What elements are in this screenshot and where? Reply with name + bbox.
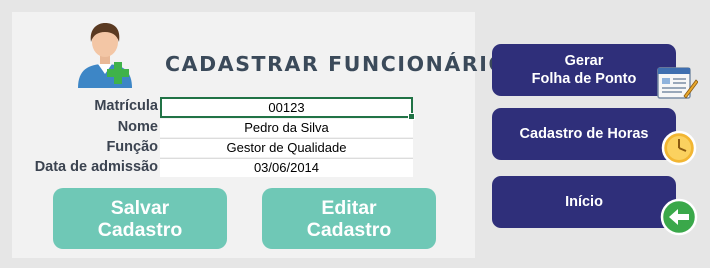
home-button-label: Início — [565, 194, 603, 210]
timesheet-button[interactable]: Gerar Folha de Ponto — [492, 44, 676, 96]
matricula-label: Matrícula — [94, 98, 158, 114]
data-admissao-label: Data de admissão — [34, 159, 158, 175]
save-button-line1: Salvar — [110, 196, 170, 219]
save-button-line2: Cadastro — [97, 218, 183, 241]
user-add-icon — [78, 23, 132, 88]
funcao-label: Função — [106, 139, 158, 155]
edit-button[interactable]: Editar Cadastro — [262, 188, 436, 249]
save-button[interactable]: Salvar Cadastro — [53, 188, 227, 249]
funcao-field[interactable]: Gestor de Qualidade — [160, 139, 413, 157]
timesheet-button-line2: Folha de Ponto — [531, 71, 637, 87]
edit-button-line1: Editar — [321, 196, 377, 219]
matricula-value: 00123 — [268, 100, 305, 115]
nome-label: Nome — [117, 119, 158, 135]
hours-button[interactable]: Cadastro de Horas — [492, 108, 676, 160]
timesheet-button-line1: Gerar — [564, 53, 604, 69]
nome-field[interactable]: Pedro da Silva — [160, 119, 413, 137]
home-button[interactable]: Início — [492, 176, 676, 228]
hours-button-label: Cadastro de Horas — [519, 126, 649, 142]
edit-button-line2: Cadastro — [306, 218, 392, 241]
clock-icon — [661, 130, 697, 166]
data-admissao-field[interactable]: 03/06/2014 — [160, 159, 413, 177]
matricula-field[interactable]: 00123 — [160, 97, 415, 120]
page-title: CADASTRAR FUNCIONÁRIOS — [165, 52, 524, 76]
document-pen-icon — [657, 67, 698, 99]
back-arrow-icon — [660, 198, 698, 236]
